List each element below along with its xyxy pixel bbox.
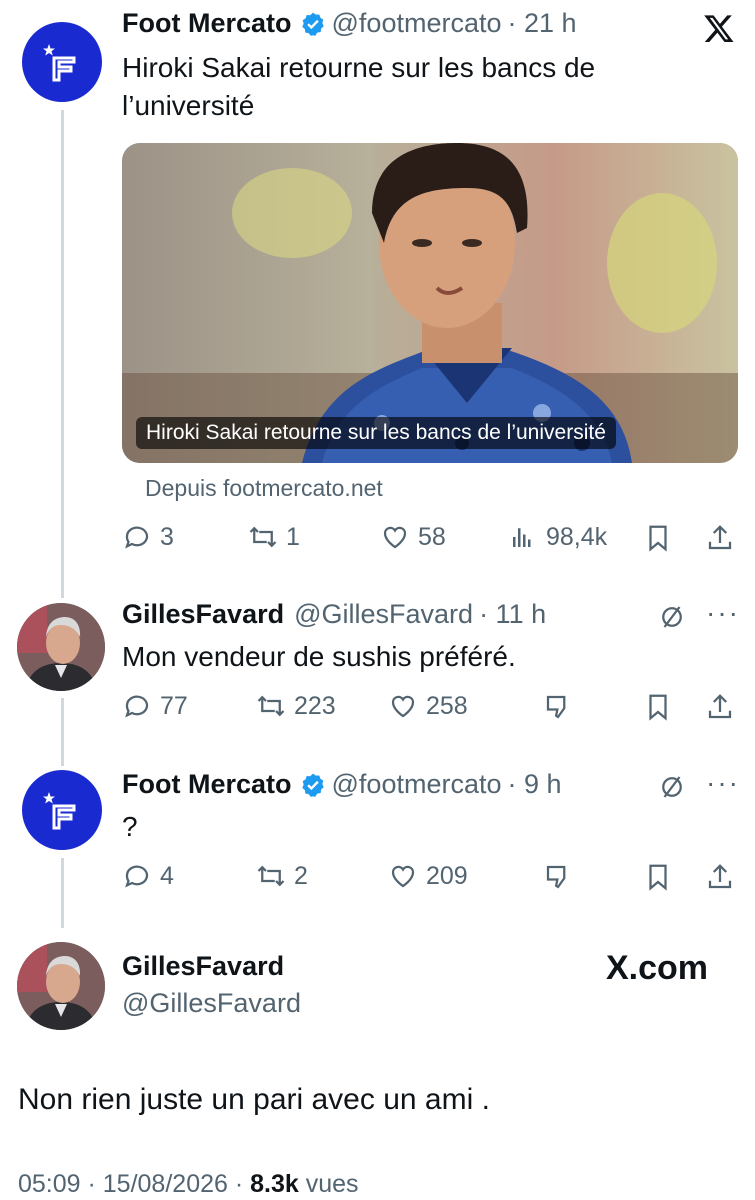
share-icon[interactable] bbox=[705, 523, 735, 553]
share-icon[interactable] bbox=[705, 862, 735, 892]
retweet-count: 2 bbox=[294, 861, 308, 890]
timestamp[interactable]: · 21 h bbox=[508, 8, 577, 39]
views-count: 98,4k bbox=[546, 522, 608, 551]
avatar-gillesfavard[interactable] bbox=[17, 603, 105, 691]
retweet-button[interactable]: 1 bbox=[248, 522, 300, 552]
reply-button[interactable]: 4 bbox=[122, 861, 174, 891]
more-icon[interactable]: ··· bbox=[706, 597, 740, 629]
retweet-icon bbox=[257, 865, 285, 887]
retweet-icon bbox=[257, 695, 285, 717]
like-button[interactable]: 209 bbox=[388, 861, 468, 891]
tweet-text: Non rien juste un pari avec un ami . bbox=[18, 1083, 490, 1116]
timestamp[interactable]: · 9 h bbox=[508, 769, 562, 800]
tweet-text: Hiroki Sakai retourne sur les bancs de l… bbox=[122, 52, 596, 121]
avatar-gillesfavard[interactable] bbox=[17, 942, 105, 1030]
author-name[interactable]: Foot Mercato bbox=[122, 769, 292, 800]
avatar-foot-mercato[interactable] bbox=[22, 770, 102, 850]
reply-icon bbox=[125, 695, 149, 718]
retweet-icon bbox=[249, 526, 277, 548]
brand-watermark: X.com bbox=[606, 949, 709, 987]
player-photo bbox=[122, 143, 738, 463]
views-button[interactable]: 98,4k bbox=[508, 522, 607, 552]
like-icon bbox=[391, 865, 415, 888]
like-count: 258 bbox=[426, 691, 468, 720]
media-caption: Hiroki Sakai retourne sur les bancs de l… bbox=[136, 417, 616, 449]
reply-icon bbox=[125, 526, 149, 549]
bookmark-icon[interactable] bbox=[643, 862, 673, 892]
like-count: 209 bbox=[426, 861, 468, 890]
reply-icon bbox=[125, 865, 149, 888]
views-count: 8.3k bbox=[250, 1170, 299, 1198]
link-card-image[interactable]: Hiroki Sakai retourne sur les bancs de l… bbox=[122, 143, 738, 463]
reply-count: 4 bbox=[160, 861, 174, 890]
share-icon[interactable] bbox=[705, 692, 735, 722]
not-interested-icon[interactable] bbox=[657, 602, 687, 632]
author-name[interactable]: GillesFavard bbox=[122, 951, 284, 982]
retweet-button[interactable]: 2 bbox=[256, 861, 308, 891]
thread-line bbox=[61, 858, 64, 928]
author-handle[interactable]: @GillesFavard bbox=[122, 988, 301, 1019]
timestamp[interactable]: · 11 h bbox=[479, 599, 546, 630]
author-handle[interactable]: @GillesFavard bbox=[294, 599, 473, 630]
link-source[interactable]: Depuis footmercato.net bbox=[145, 475, 383, 502]
views-label: vues bbox=[305, 1170, 359, 1198]
author-handle[interactable]: @footmercato bbox=[332, 769, 502, 800]
like-icon bbox=[391, 695, 415, 718]
thread-line bbox=[61, 698, 64, 766]
tweet-date[interactable]: 05:09 · 15/08/2026 · bbox=[18, 1170, 243, 1198]
like-count: 58 bbox=[418, 522, 446, 551]
x-logo-icon[interactable] bbox=[702, 12, 736, 44]
reply-count: 3 bbox=[160, 522, 174, 551]
reply-count: 77 bbox=[160, 691, 188, 720]
verified-badge-icon bbox=[301, 12, 324, 36]
views-icon bbox=[513, 528, 531, 547]
dislike-icon[interactable] bbox=[543, 862, 573, 892]
more-icon[interactable]: ··· bbox=[706, 767, 740, 799]
author-name[interactable]: GillesFavard bbox=[122, 599, 284, 630]
tweet-text: Mon vendeur de sushis préféré. bbox=[122, 641, 516, 672]
profile-photo bbox=[17, 942, 105, 1030]
profile-photo bbox=[17, 603, 105, 691]
not-interested-icon[interactable] bbox=[657, 772, 687, 802]
bookmark-icon[interactable] bbox=[643, 523, 673, 553]
tweet-text: ? bbox=[122, 811, 138, 842]
tweet-meta: 05:09 · 15/08/2026 · 8.3k vues bbox=[18, 1170, 359, 1199]
avatar-foot-mercato[interactable] bbox=[22, 22, 102, 102]
reply-button[interactable]: 3 bbox=[122, 522, 174, 552]
bookmark-icon[interactable] bbox=[643, 692, 673, 722]
retweet-count: 1 bbox=[286, 522, 300, 551]
thread-line bbox=[61, 110, 64, 598]
retweet-button[interactable]: 223 bbox=[256, 691, 336, 721]
author-name[interactable]: Foot Mercato bbox=[122, 8, 292, 39]
author-handle[interactable]: @footmercato bbox=[332, 8, 502, 39]
reply-button[interactable]: 77 bbox=[122, 691, 188, 721]
like-button[interactable]: 58 bbox=[380, 522, 446, 552]
like-icon bbox=[383, 526, 407, 549]
dislike-icon[interactable] bbox=[543, 692, 573, 722]
like-button[interactable]: 258 bbox=[388, 691, 468, 721]
verified-badge-icon bbox=[301, 773, 324, 797]
retweet-count: 223 bbox=[294, 691, 336, 720]
foot-mercato-logo-icon bbox=[43, 44, 76, 82]
foot-mercato-logo-icon bbox=[43, 792, 76, 830]
